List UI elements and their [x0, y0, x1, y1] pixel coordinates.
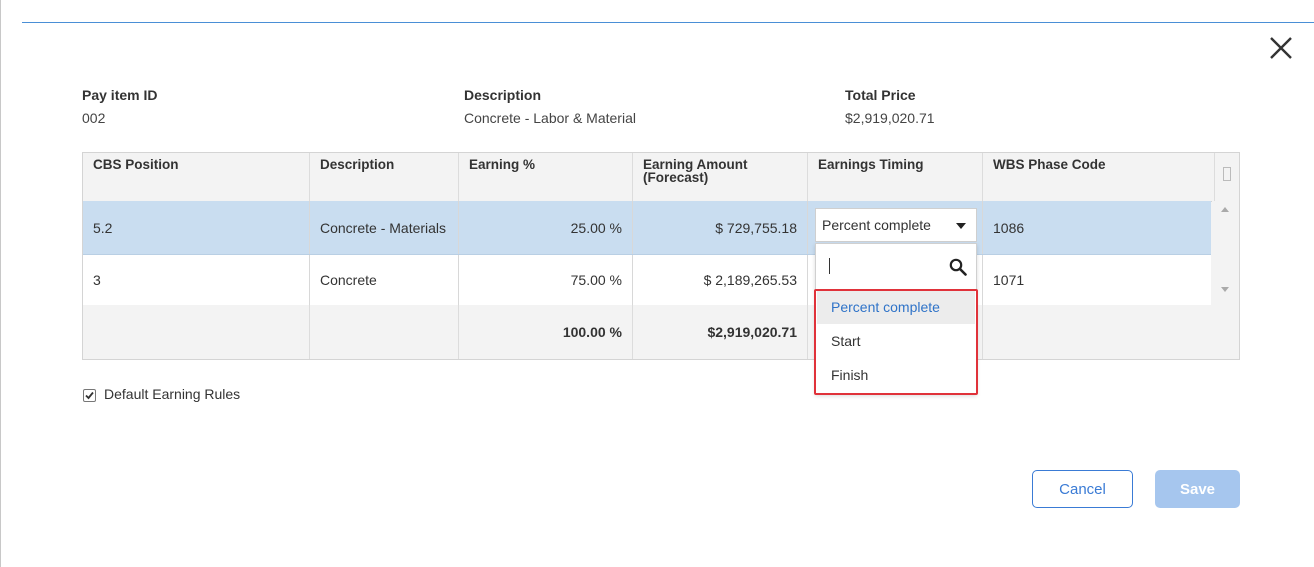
- cell-earning-amount: $ 729,755.18: [633, 201, 808, 254]
- cell-description: Concrete: [310, 255, 459, 305]
- column-chooser-button[interactable]: [1214, 153, 1239, 201]
- total-cell-empty: [983, 305, 1211, 359]
- cell-wbs-phase-code: 1086: [993, 219, 1025, 236]
- total-earning-amount: $2,919,020.71: [633, 305, 808, 359]
- description-label: Description: [464, 87, 542, 103]
- chevron-down-icon: [956, 223, 966, 229]
- cell-cbs-position: 3: [83, 255, 310, 305]
- column-header-earnings-timing[interactable]: Earnings Timing: [808, 153, 983, 201]
- column-chooser-icon: [1223, 167, 1231, 181]
- vertical-scrollbar[interactable]: [1212, 201, 1239, 359]
- table-row[interactable]: 5.2 Concrete - Materials 25.00 % $ 729,7…: [83, 201, 1211, 255]
- earnings-timing-select[interactable]: Percent complete: [815, 208, 977, 242]
- pay-item-id-label: Pay item ID: [82, 87, 158, 103]
- column-header-description[interactable]: Description: [310, 153, 459, 201]
- earnings-grid: CBS Position Description Earning % Earni…: [82, 152, 1240, 360]
- column-header-wbs-phase-code[interactable]: WBS Phase Code: [983, 153, 1214, 201]
- total-price-value: $2,919,020.71: [845, 110, 935, 126]
- default-earning-rules-checkbox[interactable]: [83, 389, 96, 402]
- checkmark-icon: [85, 391, 94, 400]
- total-earning-pct: 100.00 %: [459, 305, 633, 359]
- column-header-cbs-position[interactable]: CBS Position: [83, 153, 310, 201]
- cell-cbs-position: 5.2: [83, 201, 310, 254]
- dialog-top-rule: [22, 22, 1314, 23]
- dropdown-search-input[interactable]: [816, 244, 976, 286]
- scroll-up-arrow-icon[interactable]: [1221, 207, 1229, 212]
- cell-description: Concrete - Materials: [310, 201, 459, 254]
- cell-earning-pct[interactable]: 25.00 %: [459, 201, 633, 254]
- total-cell-empty: [310, 305, 459, 359]
- default-earning-rules-label[interactable]: Default Earning Rules: [104, 386, 240, 402]
- scroll-down-arrow-icon[interactable]: [1221, 287, 1229, 292]
- totals-row: 100.00 % $2,919,020.71: [83, 305, 1211, 359]
- close-icon[interactable]: [1266, 33, 1296, 63]
- column-header-earning-pct[interactable]: Earning %: [459, 153, 633, 201]
- pay-item-id-value: 002: [82, 110, 106, 126]
- earnings-timing-selected-value: Percent complete: [822, 217, 931, 233]
- description-value: Concrete - Labor & Material: [464, 110, 636, 126]
- total-cell-empty: [83, 305, 310, 359]
- total-price-label: Total Price: [845, 87, 916, 103]
- cell-earning-amount: $ 2,189,265.53: [633, 255, 808, 305]
- text-cursor: [829, 258, 830, 274]
- dialog-left-border: [0, 0, 1, 567]
- cell-earning-pct[interactable]: 75.00 %: [459, 255, 633, 305]
- table-row[interactable]: 3 Concrete 75.00 % $ 2,189,265.53 1071: [83, 255, 1211, 306]
- cancel-button[interactable]: Cancel: [1032, 470, 1133, 508]
- column-header-earning-amount[interactable]: Earning Amount (Forecast): [633, 153, 808, 201]
- cell-wbs-phase-code: 1071: [993, 272, 1025, 288]
- search-icon: [949, 258, 967, 276]
- grid-header: CBS Position Description Earning % Earni…: [83, 153, 1239, 202]
- options-highlight-box: [814, 289, 978, 395]
- save-button[interactable]: Save: [1155, 470, 1240, 508]
